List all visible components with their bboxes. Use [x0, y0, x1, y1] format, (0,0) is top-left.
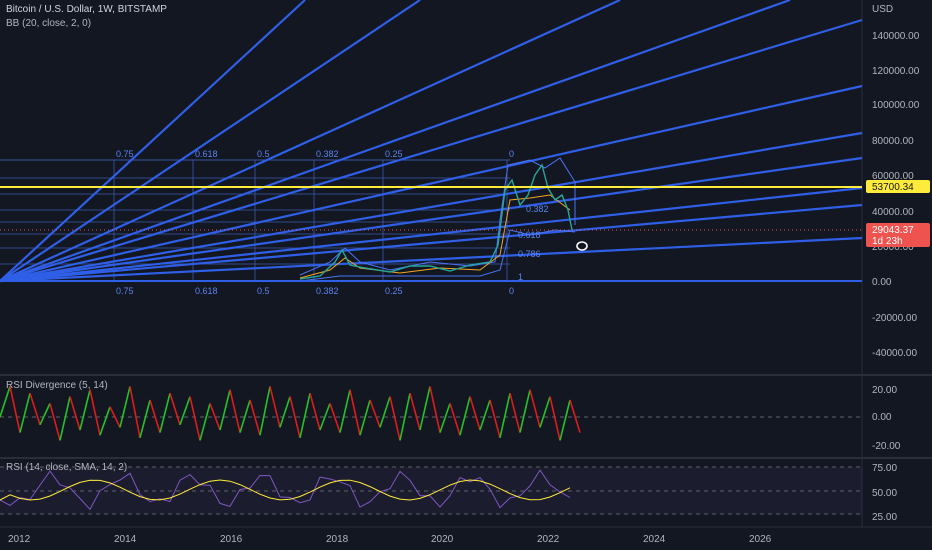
- fib-lower-label: 0.25: [385, 286, 403, 296]
- time-tick: 2012: [8, 534, 31, 545]
- rsi-tick: 25.00: [872, 512, 897, 523]
- level-tag-label: 53700.34: [872, 182, 914, 193]
- price-tick: 0.00: [872, 277, 892, 288]
- price-tick: 120000.00: [872, 66, 920, 77]
- divergence-tick: 20.00: [872, 385, 897, 396]
- rsi-tick: 75.00: [872, 463, 897, 474]
- price-tick: -20000.00: [872, 313, 917, 324]
- last-price-label: 29043.37: [872, 225, 914, 236]
- time-tick: 2014: [114, 534, 137, 545]
- time-tick: 2020: [431, 534, 454, 545]
- fib-lower-label: 0: [509, 286, 514, 296]
- fib-lower-label: 0.618: [195, 286, 218, 296]
- price-tick: 140000.00: [872, 31, 920, 42]
- fib-right-label: 1: [518, 272, 523, 282]
- fib-right-label: 0.618: [518, 230, 541, 240]
- price-tick: 40000.00: [872, 207, 914, 218]
- chart-canvas[interactable]: 0.75 0.618 0.5 0.382 0.25 0 0.75 0.618 0.5 0.382 0…: [0, 0, 932, 550]
- rsi-divergence-label[interactable]: RSI Divergence (5, 14): [6, 380, 108, 391]
- time-tick: 2024: [643, 534, 666, 545]
- chart-title[interactable]: Bitcoin / U.S. Dollar, 1W, BITSTAMP: [6, 4, 167, 15]
- fib-upper-label: 0.25: [385, 149, 403, 159]
- fib-right-label: 0.382: [526, 204, 549, 214]
- fib-upper-label: 0: [509, 149, 514, 159]
- divergence-tick: 0.00: [872, 412, 892, 423]
- currency-label: USD: [872, 4, 893, 15]
- bb-indicator-label[interactable]: BB (20, close, 2, 0): [6, 18, 91, 29]
- price-tick: -40000.00: [872, 348, 917, 359]
- fib-upper-label: 0.618: [195, 149, 218, 159]
- time-tick: 2016: [220, 534, 243, 545]
- countdown-label: 1d 23h: [872, 236, 903, 247]
- fib-upper-label: 0.382: [316, 149, 339, 159]
- rsi-label[interactable]: RSI (14, close, SMA, 14, 2): [6, 462, 127, 473]
- time-tick: 2026: [749, 534, 772, 545]
- rsi-tick: 50.00: [872, 488, 897, 499]
- price-tick: 80000.00: [872, 136, 914, 147]
- fib-lower-label: 0.382: [316, 286, 339, 296]
- fib-upper-label: 0.75: [116, 149, 134, 159]
- fib-upper-label: 0.5: [257, 149, 270, 159]
- price-tick: 100000.00: [872, 100, 920, 111]
- time-tick: 2018: [326, 534, 349, 545]
- time-tick: 2022: [537, 534, 560, 545]
- fib-lower-label: 0.5: [257, 286, 270, 296]
- fib-right-label: 0.786: [518, 249, 541, 259]
- fib-lower-label: 0.75: [116, 286, 134, 296]
- divergence-tick: -20.00: [872, 441, 901, 452]
